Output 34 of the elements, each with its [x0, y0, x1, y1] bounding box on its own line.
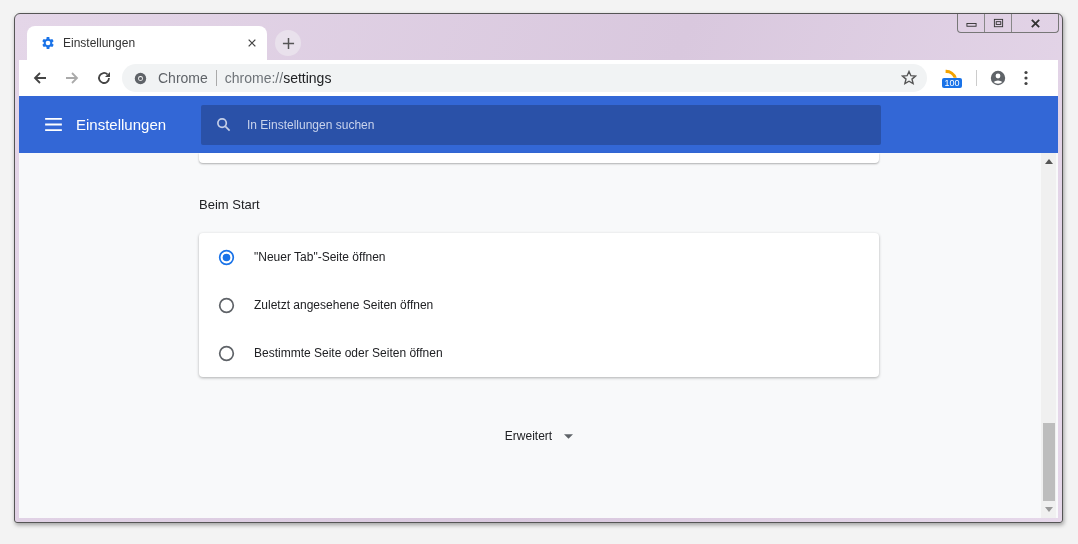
reload-icon[interactable]	[96, 70, 112, 86]
menu-icon[interactable]	[45, 118, 62, 131]
option-label[interactable]: Bestimmte Seite oder Seiten öffnen	[254, 346, 443, 360]
scrollbar[interactable]	[1041, 153, 1056, 518]
plus-icon	[281, 36, 295, 50]
radio-button[interactable]	[218, 344, 235, 362]
search-field[interactable]: In Einstellungen suchen	[201, 104, 881, 145]
settings-icon	[40, 35, 56, 51]
scroll-up-icon[interactable]	[1044, 159, 1053, 164]
browser-logo-icon	[134, 71, 147, 85]
radio-button[interactable]	[218, 296, 235, 314]
bookmark-star-icon[interactable]	[901, 70, 917, 86]
restore-icon	[992, 17, 1004, 29]
count-badge: 100	[942, 78, 962, 88]
page-title: Einstellungen	[76, 116, 168, 133]
menu-icon[interactable]	[1024, 70, 1028, 86]
new-tab-button[interactable]	[275, 30, 301, 56]
close-icon	[1029, 17, 1041, 29]
caret-icon	[564, 433, 574, 439]
option-label[interactable]: "Neuer Tab"-Seite öffnen	[254, 250, 386, 264]
site-label: Chrome	[158, 70, 208, 86]
scroll-thumb[interactable]	[1042, 423, 1055, 501]
address-bar[interactable]: Chrome chrome://settings	[122, 64, 927, 92]
option-label[interactable]: Zuletzt angesehene Seiten öffnen	[254, 298, 434, 312]
advanced-button[interactable]: Erweitert	[496, 425, 582, 447]
section-title: Beim Start	[199, 197, 260, 213]
url-text: chrome://settings	[224, 70, 333, 86]
radio-button[interactable]	[218, 248, 235, 266]
search-icon	[216, 117, 231, 132]
back-icon[interactable]	[32, 70, 48, 86]
search-input[interactable]: In Einstellungen suchen	[245, 116, 849, 133]
close-icon[interactable]	[247, 38, 257, 48]
profile-icon[interactable]	[990, 70, 1006, 86]
tab[interactable]: Einstellungen	[27, 26, 267, 60]
